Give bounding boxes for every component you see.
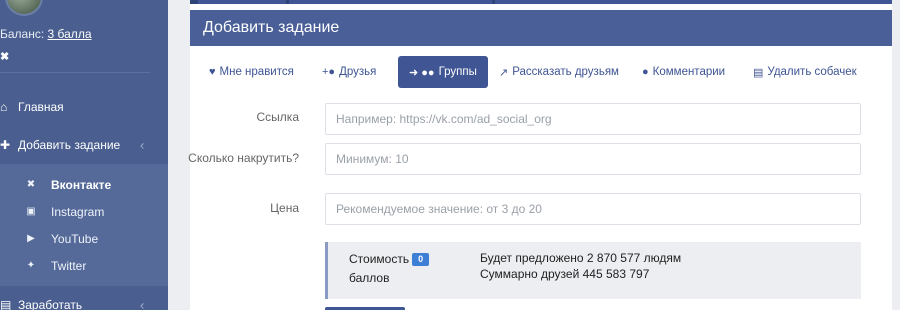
price-input[interactable] bbox=[325, 193, 861, 225]
link-input[interactable] bbox=[325, 103, 861, 135]
sidebar-item-instagram[interactable]: ▣ Instagram bbox=[0, 198, 168, 225]
home-icon: ⌂ bbox=[0, 100, 8, 114]
reach-info: Будет предложено 2 870 577 людям Суммарн… bbox=[480, 250, 681, 282]
sidebar-divider bbox=[0, 72, 150, 73]
tab-likes[interactable]: ♥ Мне нравится bbox=[209, 56, 294, 88]
tab-friends[interactable]: +● Друзья bbox=[322, 56, 376, 88]
cost-unit: баллов bbox=[349, 271, 390, 285]
sidebar-item-label: Twitter bbox=[51, 258, 87, 273]
add-task-panel: Добавить задание ♥ Мне нравится +● Друзь… bbox=[188, 0, 892, 310]
balance-value[interactable]: 3 балла bbox=[48, 27, 92, 41]
tab-label: Рассказать друзьям bbox=[512, 66, 619, 78]
submenu: ✖ Вконтакте ▣ Instagram ▶ YouTube ✦ Twit… bbox=[0, 164, 168, 288]
trash-icon: ▤ bbox=[753, 66, 764, 79]
heart-icon: ♥ bbox=[209, 66, 216, 78]
tab-label: Комментарии bbox=[652, 66, 726, 78]
sidebar-item-label: Добавить задание bbox=[18, 138, 121, 152]
sidebar-item-earn[interactable]: ▤ Заработать ‹ bbox=[0, 286, 168, 310]
sidebar: Баланс: 3 балла ✖ ⌂ Главная ✚ Добавить з… bbox=[0, 0, 168, 310]
main-content: Добавить задание ♥ Мне нравится +● Друзь… bbox=[168, 0, 900, 310]
cost-label: Стоимость 0 баллов bbox=[349, 250, 430, 288]
balance-label: Баланс: bbox=[0, 27, 45, 41]
link-label: Ссылка bbox=[256, 110, 299, 124]
sidebar-item-label: Вконтакте bbox=[51, 177, 112, 192]
offered-count: Будет предложено 2 870 577 людям bbox=[480, 251, 682, 265]
balance: Баланс: 3 балла bbox=[0, 27, 92, 41]
count-label: Сколько накрутить? bbox=[188, 151, 299, 165]
tab-comments[interactable]: ● Комментарии bbox=[642, 56, 725, 88]
tab-share[interactable]: ↗ Рассказать друзьям bbox=[499, 56, 619, 88]
top-bar-segment bbox=[190, 0, 198, 4]
tab-label: Мне нравится bbox=[219, 66, 294, 78]
cost-badge: 0 bbox=[412, 253, 430, 266]
sidebar-item-label: Instagram bbox=[51, 204, 105, 219]
count-input[interactable] bbox=[325, 143, 861, 175]
sidebar-item-label: Главная bbox=[18, 100, 64, 114]
group-icon: ➜ ●● bbox=[409, 66, 435, 79]
cost-summary: Стоимость 0 баллов Будет предложено 2 870… bbox=[325, 242, 861, 299]
tab-label: Удалить собачек bbox=[767, 66, 857, 78]
page-title: Добавить задание bbox=[190, 10, 892, 46]
sidebar-item-label: YouTube bbox=[51, 231, 99, 246]
youtube-icon: ▶ bbox=[27, 233, 35, 244]
add-user-icon: +● bbox=[322, 66, 336, 78]
plus-icon: ✚ bbox=[0, 138, 11, 152]
comments-icon: ● bbox=[642, 66, 649, 78]
tab-groups[interactable]: ➜ ●● Группы bbox=[398, 56, 488, 88]
friends-total: Суммарно друзей 445 583 797 bbox=[480, 267, 650, 281]
wallet-icon: ▤ bbox=[0, 298, 12, 310]
tab-label: Друзья bbox=[339, 66, 377, 78]
share-icon: ↗ bbox=[499, 66, 509, 79]
panel-top-bar bbox=[190, 0, 892, 4]
price-label: Цена bbox=[270, 201, 299, 215]
chevron-left-icon: ‹ bbox=[140, 297, 145, 310]
sidebar-item-youtube[interactable]: ▶ YouTube bbox=[0, 225, 168, 252]
sidebar-item-vkontakte[interactable]: ✖ Вконтакте bbox=[0, 171, 168, 198]
twitter-icon: ✦ bbox=[26, 260, 36, 271]
vk-icon[interactable]: ✖ bbox=[0, 50, 9, 63]
top-bar-segment bbox=[286, 0, 289, 4]
task-type-tabs: ♥ Мне нравится +● Друзья ➜ ●● Группы ↗ Р… bbox=[190, 56, 892, 88]
avatar[interactable] bbox=[5, 0, 43, 16]
top-bar-segment bbox=[492, 0, 495, 4]
tab-remove-dogs[interactable]: ▤ Удалить собачек bbox=[753, 56, 857, 88]
sidebar-item-home[interactable]: ⌂ Главная bbox=[0, 88, 168, 126]
sidebar-item-label: Заработать bbox=[18, 298, 83, 310]
vk-icon: ✖ bbox=[26, 179, 36, 190]
tab-label: Группы bbox=[438, 66, 477, 78]
chevron-left-icon: ‹ bbox=[140, 137, 145, 153]
instagram-icon: ▣ bbox=[26, 206, 36, 217]
sidebar-item-add-task[interactable]: ✚ Добавить задание ‹ bbox=[0, 126, 168, 164]
cost-label-text: Стоимость bbox=[349, 252, 410, 266]
sidebar-item-twitter[interactable]: ✦ Twitter bbox=[0, 252, 168, 279]
